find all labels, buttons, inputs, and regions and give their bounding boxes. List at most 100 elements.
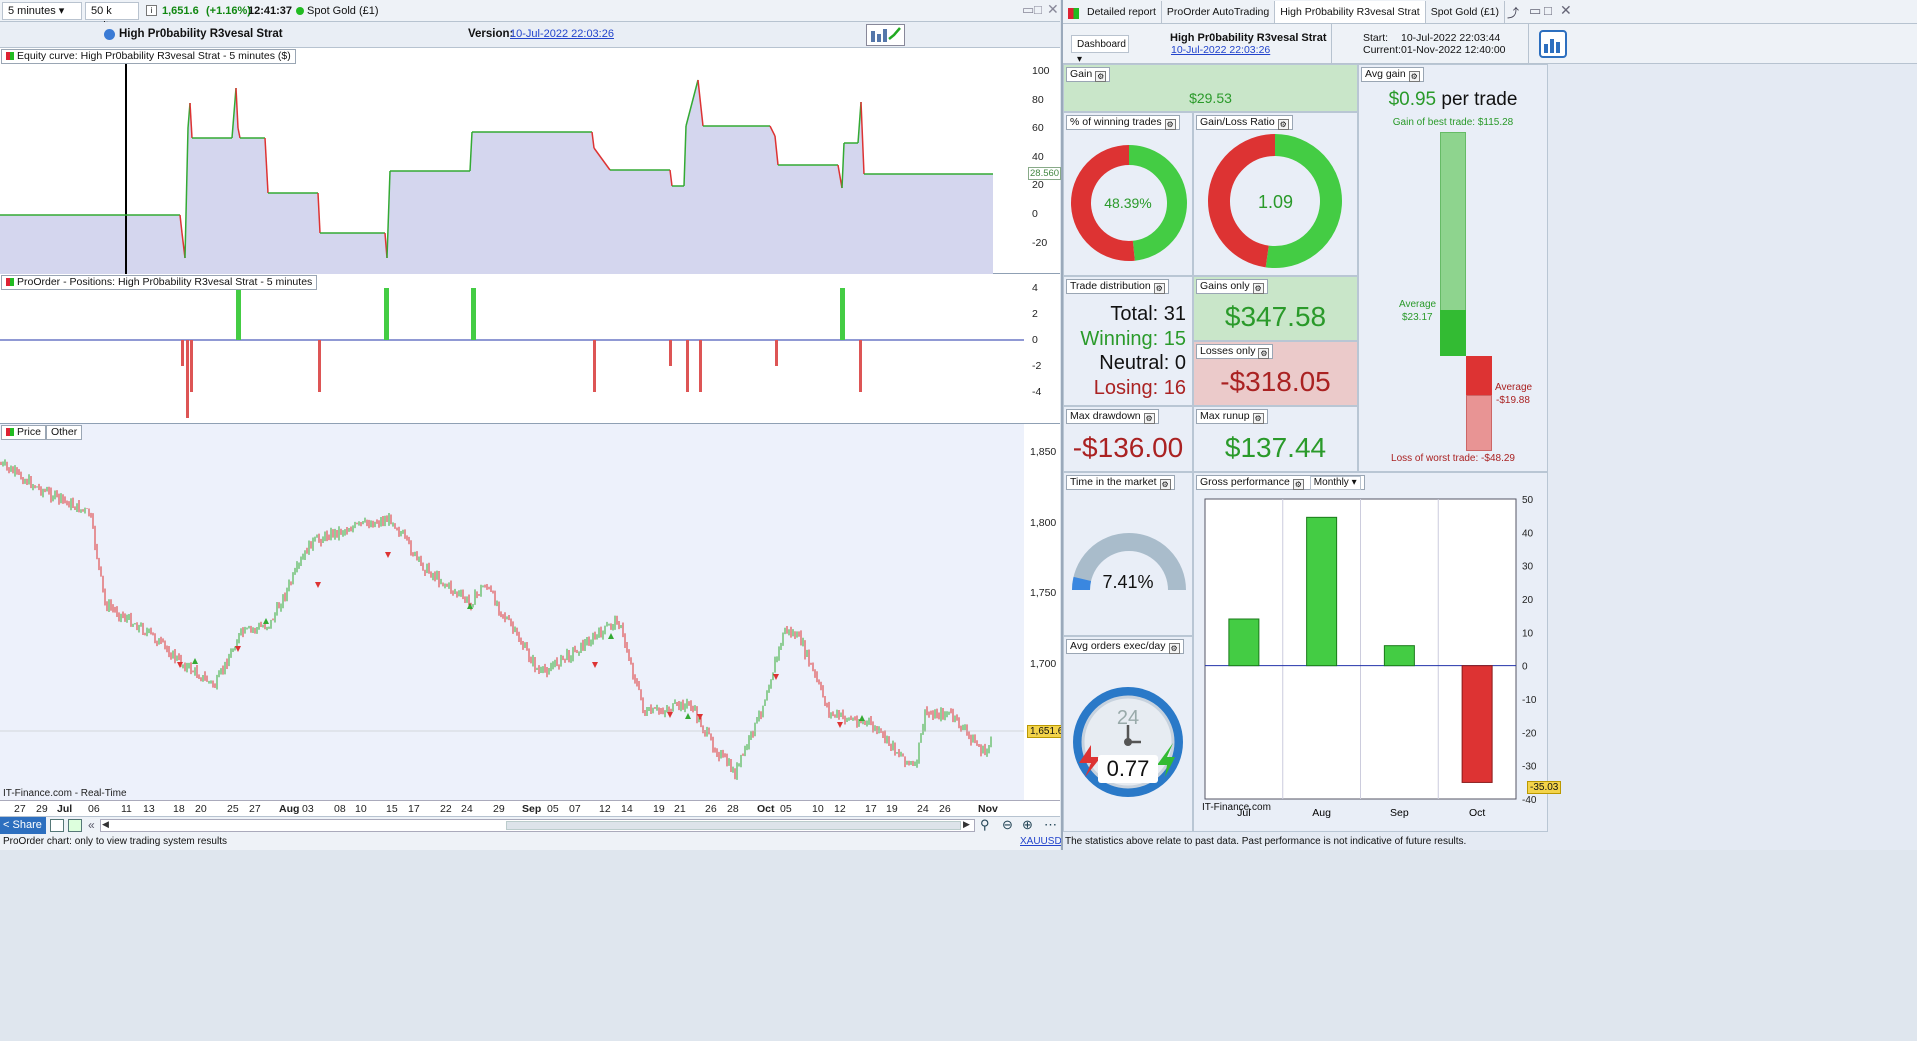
best-trade-bar (1440, 132, 1466, 311)
avg-win-bar (1440, 310, 1466, 356)
tab-other-label: Other (50, 426, 78, 438)
wrench-icon[interactable]: ⚙ (1252, 283, 1264, 294)
trade-dist-cell: Trade distribution ⚙ Total: 31 Winning: 1… (1063, 276, 1193, 406)
zoom-in-icon[interactable]: ⊕ (1022, 817, 1033, 833)
wrench-icon[interactable]: ⚙ (1153, 283, 1165, 294)
share-icon: < (3, 819, 10, 831)
maximize-icon[interactable]: □ (1034, 2, 1042, 17)
symbol-link[interactable]: XAUUSD (1020, 836, 1062, 847)
positions-panel-title: ProOrder - Positions: High Pr0bability R… (1, 275, 318, 290)
short-position-bar (190, 340, 193, 392)
scroll-left-arrow[interactable]: ◀ (102, 819, 109, 830)
gains-only-cell: Gains only ⚙ $347.58 (1193, 276, 1358, 341)
x-tick-label: 18 (173, 803, 185, 815)
short-position-bar (775, 340, 778, 366)
y-tick-label: 1,700 (1030, 657, 1057, 670)
price-watermark: IT-Finance.com - Real-Time (3, 788, 127, 799)
units-select[interactable]: 50 k units ▾ (85, 2, 139, 32)
x-tick-label: 19 (653, 803, 665, 815)
scroll-right-arrow[interactable]: ▶ (963, 819, 970, 830)
gross-y-label: 10 (1522, 628, 1534, 639)
report-tab[interactable]: High Pr0bability R3vesal Strat (1275, 1, 1426, 23)
y-tick-label: 1,850 (1030, 446, 1057, 458)
tab-price[interactable]: Price (1, 425, 46, 440)
report-icon[interactable] (866, 24, 905, 46)
panel-color-icon (6, 428, 14, 436)
x-tick-label: 27 (14, 803, 26, 815)
y-tick-label: 0 (1032, 334, 1038, 346)
collapse-icon[interactable]: « (88, 818, 95, 832)
wrench-icon[interactable]: ⚙ (1159, 479, 1171, 490)
win-pct-label: % of winning trades (1070, 116, 1162, 128)
y-tick-label: 2 (1032, 308, 1038, 320)
x-tick-label: 17 (408, 803, 420, 815)
worst-trade-bar (1466, 395, 1492, 451)
wrench-icon[interactable]: ⚙ (1258, 348, 1270, 359)
gross-last-value-tag: -35.03 (1527, 781, 1562, 794)
max-drawdown-cell: Max drawdown ⚙ -$136.00 (1063, 406, 1193, 472)
y-tick-label: 1,800 (1030, 516, 1057, 529)
report-chart-icon[interactable] (1539, 30, 1567, 58)
share-window-icon[interactable]: ⤴ (1507, 4, 1519, 21)
minimize-icon[interactable]: ▭ (1529, 3, 1541, 19)
share-button[interactable]: < Share (0, 817, 46, 835)
y-tick-label: 1,750 (1030, 587, 1057, 599)
wrench-icon[interactable]: ⚙ (1164, 119, 1176, 130)
x-tick-label: 22 (440, 803, 452, 815)
indicators-icon[interactable] (68, 819, 82, 832)
scroll-thumb[interactable] (506, 821, 961, 830)
wrench-icon[interactable]: ⚙ (1277, 119, 1289, 130)
losing-trades: Losing: 16 (1093, 377, 1186, 399)
minimize-icon[interactable]: ▭ (1022, 2, 1034, 18)
gross-period-select[interactable]: Monthly ▾ (1309, 476, 1361, 490)
report-date-link[interactable]: 10-Jul-2022 22:03:26 (1171, 44, 1270, 56)
max-drawdown-label: Max drawdown (1070, 410, 1141, 422)
gross-y-label: 0 (1522, 662, 1528, 673)
report-tab[interactable]: Detailed report (1082, 1, 1162, 23)
price-background (0, 424, 1024, 800)
long-position-bar (384, 288, 389, 340)
zoom-fit-icon[interactable]: ⚲ (980, 817, 990, 833)
losses-only-value: -$318.05 (1220, 366, 1331, 397)
short-position-bar (699, 340, 702, 392)
avg-gain-value: $0.95 (1388, 89, 1437, 110)
clock-time: 12:41:37 (248, 5, 293, 17)
positions-title-text: ProOrder - Positions: High Pr0bability R… (17, 276, 313, 288)
short-position-bar (181, 340, 184, 366)
gross-x-label: Oct (1469, 807, 1485, 819)
horizontal-scrollbar[interactable]: ◀ ▶ (100, 819, 975, 832)
version-date-link[interactable]: 10-Jul-2022 22:03:26 (510, 28, 614, 40)
avg-orders-label: Avg orders exec/day (1070, 640, 1166, 652)
maximize-icon[interactable]: □ (1544, 3, 1552, 18)
wrench-icon[interactable]: ⚙ (1143, 413, 1155, 424)
chart-toolbar: 5 minutes ▾ 50 k units ▾ i 1,651.6 (+1.1… (0, 0, 1060, 32)
wrench-icon[interactable]: ⚙ (1408, 71, 1420, 82)
x-tick-label: 07 (569, 803, 581, 815)
short-position-bar (669, 340, 672, 366)
strategy-name: High Pr0bability R3vesal Strat (119, 28, 283, 40)
wrench-icon[interactable]: ⚙ (1168, 643, 1180, 654)
report-header: Dashboard ▾ High Pr0bability R3vesal Str… (1063, 24, 1917, 65)
report-window: Detailed report ProOrder AutoTrading High … (1061, 0, 1917, 850)
timeframe-select[interactable]: 5 minutes ▾ (2, 2, 82, 20)
wrench-icon[interactable]: ⚙ (1292, 479, 1304, 490)
positions-panel: ProOrder - Positions: High Pr0bability R… (0, 274, 1060, 424)
close-icon[interactable]: ✕ (1560, 2, 1572, 19)
avg-gain-line: $0.95 per trade (1359, 89, 1547, 111)
chart-settings-icon[interactable] (50, 819, 64, 832)
more-icon[interactable]: ⋯ (1044, 817, 1057, 833)
gain-header: Gain ⚙ (1066, 67, 1111, 82)
time-axis: 27 29 Jul 06 11 13 18 20 25 27 Aug 03 08 10 15 17 22 24 29… (0, 800, 1060, 816)
strategy-icon (104, 29, 115, 40)
equity-curve-chart (0, 64, 993, 274)
tab-other[interactable]: Other (45, 425, 83, 440)
dashboard-select[interactable]: Dashboard ▾ (1071, 35, 1129, 65)
info-icon[interactable]: i (146, 5, 157, 16)
zoom-out-icon[interactable]: ⊖ (1002, 817, 1013, 833)
report-tab[interactable]: Spot Gold (£1) (1426, 1, 1505, 23)
report-tab[interactable]: ProOrder AutoTrading (1162, 1, 1276, 23)
wrench-icon[interactable]: ⚙ (1252, 413, 1264, 424)
close-icon[interactable]: ✕ (1047, 1, 1059, 18)
wrench-icon[interactable]: ⚙ (1095, 71, 1107, 82)
footer-note: The statistics above relate to past data… (1065, 836, 1467, 847)
